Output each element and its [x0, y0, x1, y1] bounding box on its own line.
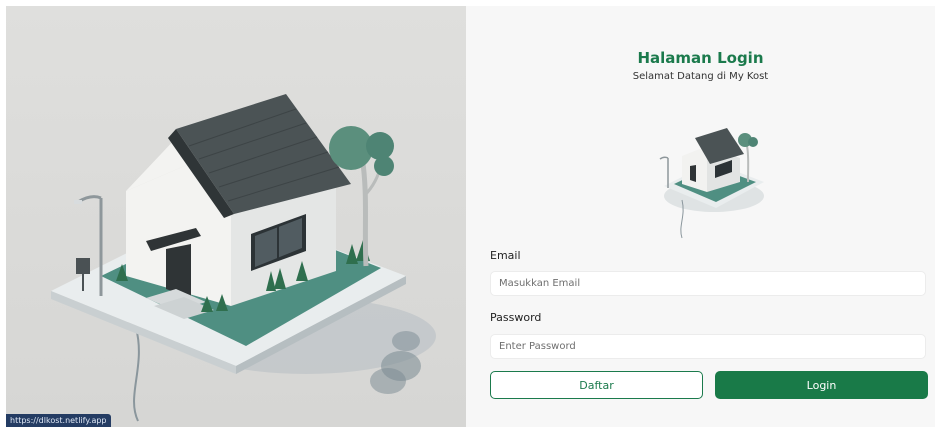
- password-label: Password: [490, 311, 542, 324]
- page-subtitle: Selamat Datang di My Kost: [632, 71, 769, 82]
- email-field[interactable]: [490, 271, 926, 296]
- house-logo-icon: [652, 116, 777, 245]
- status-bar-url: https://dlkost.netlify.app: [6, 414, 111, 427]
- login-panel: Halaman Login Selamat Datang di My Kost …: [466, 6, 935, 427]
- page-title: Halaman Login: [637, 49, 764, 67]
- login-button[interactable]: Login: [715, 371, 928, 399]
- register-button[interactable]: Daftar: [490, 371, 703, 399]
- password-field[interactable]: [490, 334, 926, 359]
- email-label: Email: [490, 249, 521, 262]
- hero-panel: [6, 6, 466, 427]
